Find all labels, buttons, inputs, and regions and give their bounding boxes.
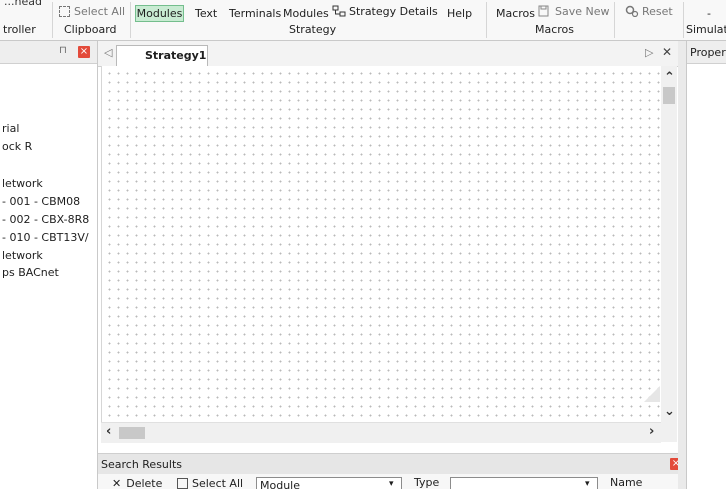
module-dropdown[interactable]: Module ▾ bbox=[256, 477, 402, 489]
resize-grip-icon bbox=[644, 386, 660, 402]
type-label: Type bbox=[414, 476, 440, 489]
tab-strategy1[interactable]: Strategy1 bbox=[116, 45, 208, 66]
ribbon-cut-label: ...nead bbox=[4, 0, 42, 8]
tree-item[interactable]: ock R bbox=[2, 140, 32, 153]
pin-icon[interactable]: ⊓ bbox=[59, 45, 67, 56]
tree-item[interactable]: rial bbox=[2, 122, 19, 135]
properties-panel: Proper bbox=[686, 41, 726, 489]
help-button[interactable]: Help bbox=[447, 7, 472, 20]
select-all-icon bbox=[59, 6, 70, 17]
strategy-canvas[interactable] bbox=[101, 66, 662, 422]
left-panel: ⊓ × rial ock R letwork - 001 - CBM08 - 0… bbox=[0, 41, 98, 489]
type-dropdown[interactable]: ▾ bbox=[450, 477, 598, 489]
macros-group-label: Macros bbox=[535, 23, 575, 36]
scroll-corner bbox=[661, 422, 677, 442]
tree-item[interactable]: - 002 - CBX-8R8 bbox=[2, 213, 89, 226]
tree-item[interactable]: letwork bbox=[2, 177, 43, 190]
tab-close-icon[interactable]: ✕ bbox=[662, 45, 672, 59]
tab-scroll-left-icon[interactable]: ◁ bbox=[104, 46, 112, 59]
select-all-button[interactable]: Select All bbox=[59, 5, 125, 18]
modules-button-2[interactable]: Modules bbox=[283, 7, 329, 20]
tab-scroll-right-icon[interactable]: ▷ bbox=[645, 46, 653, 59]
vertical-scroll-thumb[interactable] bbox=[663, 87, 675, 104]
properties-title: Proper bbox=[690, 46, 726, 59]
name-label: Name bbox=[610, 476, 643, 489]
search-results-title: Search Results bbox=[101, 458, 183, 471]
tree-item[interactable]: - 001 - CBM08 bbox=[2, 195, 80, 208]
delete-icon: ✕ bbox=[112, 477, 122, 489]
properties-header: Proper bbox=[687, 41, 726, 64]
tree-item[interactable]: letwork bbox=[2, 249, 43, 262]
horizontal-scroll-thumb[interactable] bbox=[119, 427, 145, 439]
scroll-up-icon[interactable]: ⌃ bbox=[664, 70, 675, 85]
scroll-right-icon[interactable]: › bbox=[649, 424, 654, 439]
scroll-down-icon[interactable]: ⌄ bbox=[664, 404, 675, 419]
strategy-group-label: Strategy bbox=[289, 23, 337, 36]
controller-group-label: troller bbox=[3, 23, 36, 36]
strategy-details-button[interactable]: Strategy Details bbox=[332, 5, 438, 18]
chevron-down-icon: ▾ bbox=[389, 479, 394, 489]
search-toolbar: ✕ Delete Select All Module ▾ Type ▾ Name bbox=[98, 474, 685, 489]
reset-button[interactable]: Reset bbox=[625, 5, 673, 18]
tree-item[interactable]: ps BACnet bbox=[2, 266, 59, 279]
clipboard-group-label: Clipboard bbox=[64, 23, 117, 36]
scroll-left-icon[interactable]: ‹ bbox=[106, 424, 111, 439]
save-new-button[interactable]: Save New bbox=[538, 5, 610, 18]
search-select-all-checkbox[interactable]: Select All bbox=[177, 477, 243, 489]
vertical-scrollbar[interactable]: ⌃ ⌄ bbox=[661, 66, 677, 422]
checkbox-icon bbox=[177, 478, 188, 489]
close-icon[interactable]: × bbox=[78, 46, 90, 58]
strategy-details-icon bbox=[332, 5, 346, 17]
document-tab-strip: ◁ Strategy1 ▷ ✕ bbox=[98, 41, 678, 67]
macros-button[interactable]: Macros bbox=[496, 7, 535, 20]
chevron-down-icon: ▾ bbox=[585, 479, 590, 489]
horizontal-scrollbar[interactable]: ‹ › bbox=[101, 422, 661, 443]
reset-icon bbox=[625, 5, 639, 18]
search-results-header: Search Results × bbox=[98, 453, 685, 474]
ribbon: ...nead troller Select All Clipboard Mod… bbox=[0, 0, 726, 41]
simulation-dash: - bbox=[707, 7, 711, 20]
simulation-group-label: Simulat bbox=[686, 23, 726, 36]
left-panel-header: ⊓ × bbox=[0, 41, 97, 64]
modules-button[interactable]: Modules bbox=[135, 5, 184, 22]
save-new-icon bbox=[538, 5, 549, 17]
panel-splitter[interactable] bbox=[678, 41, 686, 489]
tree-item[interactable]: - 010 - CBT13V/ bbox=[2, 231, 89, 244]
text-button[interactable]: Text bbox=[195, 7, 217, 20]
terminals-button[interactable]: Terminals bbox=[229, 7, 281, 20]
delete-button[interactable]: ✕ Delete bbox=[112, 477, 162, 489]
